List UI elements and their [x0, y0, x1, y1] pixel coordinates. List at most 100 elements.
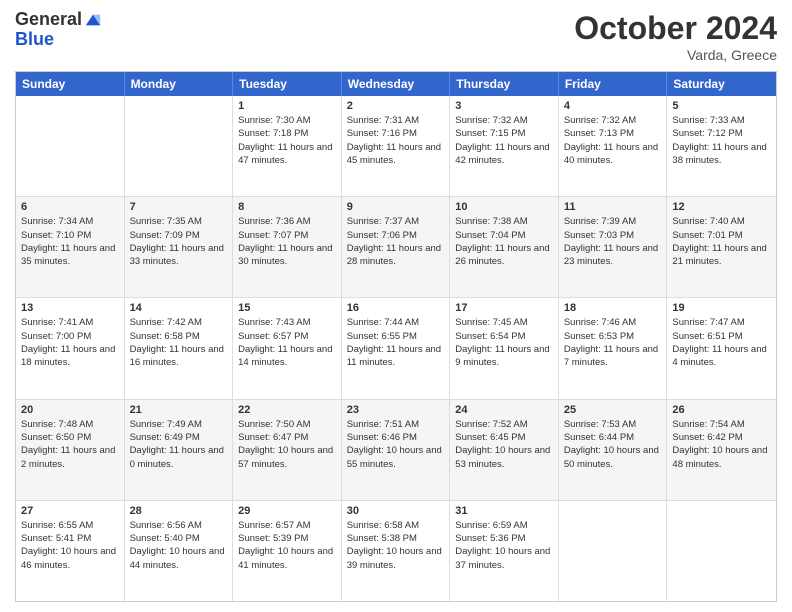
- day-info: Sunrise: 7:53 AM Sunset: 6:44 PM Dayligh…: [564, 418, 662, 471]
- calendar-cell: 26Sunrise: 7:54 AM Sunset: 6:42 PM Dayli…: [667, 400, 776, 500]
- day-info: Sunrise: 6:57 AM Sunset: 5:39 PM Dayligh…: [238, 519, 336, 572]
- calendar-cell: 22 Sunrise: 7:50 AM Sunset: 6:47 PM Dayli…: [233, 400, 342, 500]
- day-info: Sunrise: 7:31 AM Sunset: 7:16 PM Dayligh…: [347, 114, 445, 167]
- day-number: 10: [455, 201, 553, 213]
- calendar-cell: 17 Sunrise: 7:45 AM Sunset: 6:54 PM Dayli…: [450, 298, 559, 398]
- day-number: 18: [564, 302, 662, 314]
- calendar-cell: 23 Sunrise: 7:51 AM Sunset: 6:46 PM Dayli…: [342, 400, 451, 500]
- logo-blue-text: Blue: [15, 30, 102, 50]
- day-info: Sunrise: 7:34 AM Sunset: 7:10 PM Dayligh…: [21, 215, 119, 268]
- calendar-cell: 2 Sunrise: 7:31 AM Sunset: 7:16 PM Daylig…: [342, 96, 451, 196]
- calendar-cell: 3Sunrise: 7:32 AM Sunset: 7:15 PM Daylig…: [450, 96, 559, 196]
- calendar-cell: 7Sunrise: 7:35 AM Sunset: 7:09 PM Daylig…: [125, 197, 234, 297]
- calendar-body: 1Sunrise: 7:30 AM Sunset: 7:18 PM Daylig…: [16, 96, 776, 601]
- day-number: 4: [564, 100, 662, 112]
- day-info: Sunrise: 7:47 AM Sunset: 6:51 PM Dayligh…: [672, 316, 771, 369]
- calendar-row: 27 Sunrise: 6:55 AM Sunset: 5:41 PM Dayli…: [16, 500, 776, 601]
- calendar-cell: 24 Sunrise: 7:52 AM Sunset: 6:45 PM Dayli…: [450, 400, 559, 500]
- calendar-cell: 31Sunrise: 6:59 AM Sunset: 5:36 PM Dayli…: [450, 501, 559, 601]
- day-info: Sunrise: 7:36 AM Sunset: 7:07 PM Dayligh…: [238, 215, 336, 268]
- day-info: Sunrise: 7:38 AM Sunset: 7:04 PM Dayligh…: [455, 215, 553, 268]
- calendar-cell: [559, 501, 668, 601]
- calendar-row: 6 Sunrise: 7:34 AM Sunset: 7:10 PM Daylig…: [16, 196, 776, 297]
- calendar-cell: [125, 96, 234, 196]
- day-number: 14: [130, 302, 228, 314]
- day-number: 24: [455, 404, 553, 416]
- calendar-cell: 9 Sunrise: 7:37 AM Sunset: 7:06 PM Daylig…: [342, 197, 451, 297]
- calendar-cell: 28Sunrise: 6:56 AM Sunset: 5:40 PM Dayli…: [125, 501, 234, 601]
- calendar-cell: 16 Sunrise: 7:44 AM Sunset: 6:55 PM Dayli…: [342, 298, 451, 398]
- day-number: 16: [347, 302, 445, 314]
- month-title: October 2024: [574, 10, 777, 47]
- day-number: 13: [21, 302, 119, 314]
- day-number: 27: [21, 505, 119, 517]
- logo: General Blue: [15, 10, 102, 50]
- day-number: 5: [672, 100, 771, 112]
- day-info: Sunrise: 6:55 AM Sunset: 5:41 PM Dayligh…: [21, 519, 119, 572]
- day-number: 8: [238, 201, 336, 213]
- day-info: Sunrise: 7:33 AM Sunset: 7:12 PM Dayligh…: [672, 114, 771, 167]
- logo-icon: [84, 11, 102, 29]
- day-number: 22: [238, 404, 336, 416]
- day-info: Sunrise: 7:50 AM Sunset: 6:47 PM Dayligh…: [238, 418, 336, 471]
- day-info: Sunrise: 7:35 AM Sunset: 7:09 PM Dayligh…: [130, 215, 228, 268]
- calendar-row: 20Sunrise: 7:48 AM Sunset: 6:50 PM Dayli…: [16, 399, 776, 500]
- day-info: Sunrise: 7:39 AM Sunset: 7:03 PM Dayligh…: [564, 215, 662, 268]
- day-number: 15: [238, 302, 336, 314]
- day-info: Sunrise: 6:58 AM Sunset: 5:38 PM Dayligh…: [347, 519, 445, 572]
- calendar-cell: [16, 96, 125, 196]
- calendar-cell: 11 Sunrise: 7:39 AM Sunset: 7:03 PM Dayli…: [559, 197, 668, 297]
- day-info: Sunrise: 7:42 AM Sunset: 6:58 PM Dayligh…: [130, 316, 228, 369]
- calendar-header-cell: Saturday: [667, 72, 776, 96]
- title-block: October 2024 Varda, Greece: [574, 10, 777, 63]
- day-number: 20: [21, 404, 119, 416]
- header: General Blue October 2024 Varda, Greece: [15, 10, 777, 63]
- calendar-header-cell: Tuesday: [233, 72, 342, 96]
- page: General Blue October 2024 Varda, Greece …: [0, 0, 792, 612]
- day-number: 2: [347, 100, 445, 112]
- day-number: 25: [564, 404, 662, 416]
- day-info: Sunrise: 7:54 AM Sunset: 6:42 PM Dayligh…: [672, 418, 771, 471]
- calendar-cell: 29 Sunrise: 6:57 AM Sunset: 5:39 PM Dayli…: [233, 501, 342, 601]
- day-number: 12: [672, 201, 771, 213]
- calendar-cell: 1Sunrise: 7:30 AM Sunset: 7:18 PM Daylig…: [233, 96, 342, 196]
- day-info: Sunrise: 7:49 AM Sunset: 6:49 PM Dayligh…: [130, 418, 228, 471]
- calendar-header-cell: Monday: [125, 72, 234, 96]
- day-number: 28: [130, 505, 228, 517]
- day-number: 17: [455, 302, 553, 314]
- calendar-cell: 30 Sunrise: 6:58 AM Sunset: 5:38 PM Dayli…: [342, 501, 451, 601]
- day-info: Sunrise: 7:41 AM Sunset: 7:00 PM Dayligh…: [21, 316, 119, 369]
- day-info: Sunrise: 7:46 AM Sunset: 6:53 PM Dayligh…: [564, 316, 662, 369]
- calendar-cell: 12Sunrise: 7:40 AM Sunset: 7:01 PM Dayli…: [667, 197, 776, 297]
- day-info: Sunrise: 7:45 AM Sunset: 6:54 PM Dayligh…: [455, 316, 553, 369]
- calendar-header-cell: Friday: [559, 72, 668, 96]
- calendar-cell: 21Sunrise: 7:49 AM Sunset: 6:49 PM Dayli…: [125, 400, 234, 500]
- day-info: Sunrise: 7:52 AM Sunset: 6:45 PM Dayligh…: [455, 418, 553, 471]
- day-info: Sunrise: 7:44 AM Sunset: 6:55 PM Dayligh…: [347, 316, 445, 369]
- day-number: 30: [347, 505, 445, 517]
- day-number: 6: [21, 201, 119, 213]
- day-info: Sunrise: 7:51 AM Sunset: 6:46 PM Dayligh…: [347, 418, 445, 471]
- calendar-cell: 10 Sunrise: 7:38 AM Sunset: 7:04 PM Dayli…: [450, 197, 559, 297]
- day-number: 23: [347, 404, 445, 416]
- calendar-cell: 18 Sunrise: 7:46 AM Sunset: 6:53 PM Dayli…: [559, 298, 668, 398]
- day-info: Sunrise: 7:37 AM Sunset: 7:06 PM Dayligh…: [347, 215, 445, 268]
- day-number: 29: [238, 505, 336, 517]
- calendar-header: SundayMondayTuesdayWednesdayThursdayFrid…: [16, 72, 776, 96]
- logo-general-text: General: [15, 10, 82, 30]
- day-number: 11: [564, 201, 662, 213]
- location: Varda, Greece: [574, 47, 777, 63]
- calendar-row: 13 Sunrise: 7:41 AM Sunset: 7:00 PM Dayli…: [16, 297, 776, 398]
- day-info: Sunrise: 7:30 AM Sunset: 7:18 PM Dayligh…: [238, 114, 336, 167]
- calendar-header-cell: Thursday: [450, 72, 559, 96]
- day-info: Sunrise: 7:43 AM Sunset: 6:57 PM Dayligh…: [238, 316, 336, 369]
- calendar-row: 1Sunrise: 7:30 AM Sunset: 7:18 PM Daylig…: [16, 96, 776, 196]
- day-info: Sunrise: 7:32 AM Sunset: 7:13 PM Dayligh…: [564, 114, 662, 167]
- calendar-cell: [667, 501, 776, 601]
- calendar-cell: 5 Sunrise: 7:33 AM Sunset: 7:12 PM Daylig…: [667, 96, 776, 196]
- day-number: 9: [347, 201, 445, 213]
- calendar-cell: 25 Sunrise: 7:53 AM Sunset: 6:44 PM Dayli…: [559, 400, 668, 500]
- calendar-cell: 13 Sunrise: 7:41 AM Sunset: 7:00 PM Dayli…: [16, 298, 125, 398]
- calendar-cell: 20Sunrise: 7:48 AM Sunset: 6:50 PM Dayli…: [16, 400, 125, 500]
- day-number: 19: [672, 302, 771, 314]
